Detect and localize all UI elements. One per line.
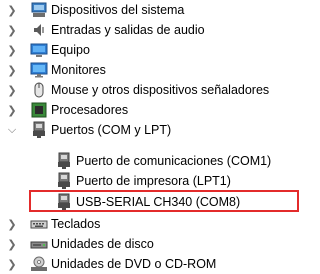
port-icon — [55, 172, 73, 190]
tree-item-monitors[interactable]: ❯ Monitores — [0, 60, 302, 80]
tree-item-keyboards[interactable]: ❯ Teclados — [0, 214, 302, 234]
chevron-right-icon[interactable]: ❯ — [5, 234, 19, 254]
tree-item-processors[interactable]: ❯ Procesadores — [0, 100, 302, 120]
highlight-box — [29, 190, 299, 212]
tree-item-disk-drives[interactable]: ❯ Unidades de disco — [0, 234, 302, 254]
tree-item-label: Unidades de disco — [51, 237, 154, 251]
tree-item-label: Unidades de DVD o CD-ROM — [51, 257, 217, 271]
chevron-right-icon[interactable]: ❯ — [5, 40, 19, 60]
disk-drive-icon — [30, 235, 48, 253]
port-icon — [55, 152, 73, 170]
chevron-right-icon[interactable]: ❯ — [5, 60, 19, 80]
chevron-right-icon[interactable]: ❯ — [5, 20, 19, 40]
chevron-right-icon[interactable]: ❯ — [5, 214, 19, 234]
dvd-drive-icon — [30, 255, 48, 273]
tree-item-label: Puerto de comunicaciones (COM1) — [76, 154, 272, 168]
tree-item-label: Dispositivos del sistema — [51, 3, 185, 17]
tree-item-label: Equipo — [51, 43, 90, 57]
keyboard-icon — [30, 215, 48, 233]
tree-item-label: Monitores — [51, 63, 106, 77]
tree-item-lpt1[interactable]: Puerto de impresora (LPT1) — [0, 171, 302, 191]
mouse-icon — [30, 81, 48, 99]
tree-item-audio-io[interactable]: ❯ Entradas y salidas de audio — [0, 20, 302, 40]
tree-item-ports[interactable]: ⌵ Puertos (COM y LPT) — [0, 120, 302, 140]
device-manager-tree: ❯ Dispositivos del sistema ❯ Entradas y … — [0, 0, 302, 273]
tree-item-com1[interactable]: Puerto de comunicaciones (COM1) — [0, 151, 302, 171]
tree-item-mouse[interactable]: ❯ Mouse y otros dispositivos señaladores — [0, 80, 302, 100]
tree-item-label: Procesadores — [51, 103, 129, 117]
speaker-icon — [30, 21, 48, 39]
chevron-right-icon[interactable]: ❯ — [5, 80, 19, 100]
chevron-right-icon[interactable]: ❯ — [5, 254, 19, 274]
tree-item-label: Puertos (COM y LPT) — [51, 123, 172, 137]
chevron-right-icon[interactable]: ❯ — [5, 0, 19, 20]
monitor-icon — [30, 61, 48, 79]
tree-item-label: Puerto de impresora (LPT1) — [76, 174, 231, 188]
computer-icon — [30, 41, 48, 59]
processor-icon — [30, 101, 48, 119]
tree-item-system-devices[interactable]: ❯ Dispositivos del sistema — [0, 0, 302, 20]
tree-item-label: Mouse y otros dispositivos señaladores — [51, 83, 270, 97]
tree-item-computer[interactable]: ❯ Equipo — [0, 40, 302, 60]
tree-item-label: Teclados — [51, 217, 101, 231]
port-icon — [30, 121, 48, 139]
tree-item-dvd-drives[interactable]: ❯ Unidades de DVD o CD-ROM — [0, 254, 302, 274]
chevron-down-icon[interactable]: ⌵ — [5, 120, 19, 140]
chevron-right-icon[interactable]: ❯ — [5, 100, 19, 120]
system-devices-icon — [30, 1, 48, 19]
tree-item-label: Entradas y salidas de audio — [51, 23, 205, 37]
